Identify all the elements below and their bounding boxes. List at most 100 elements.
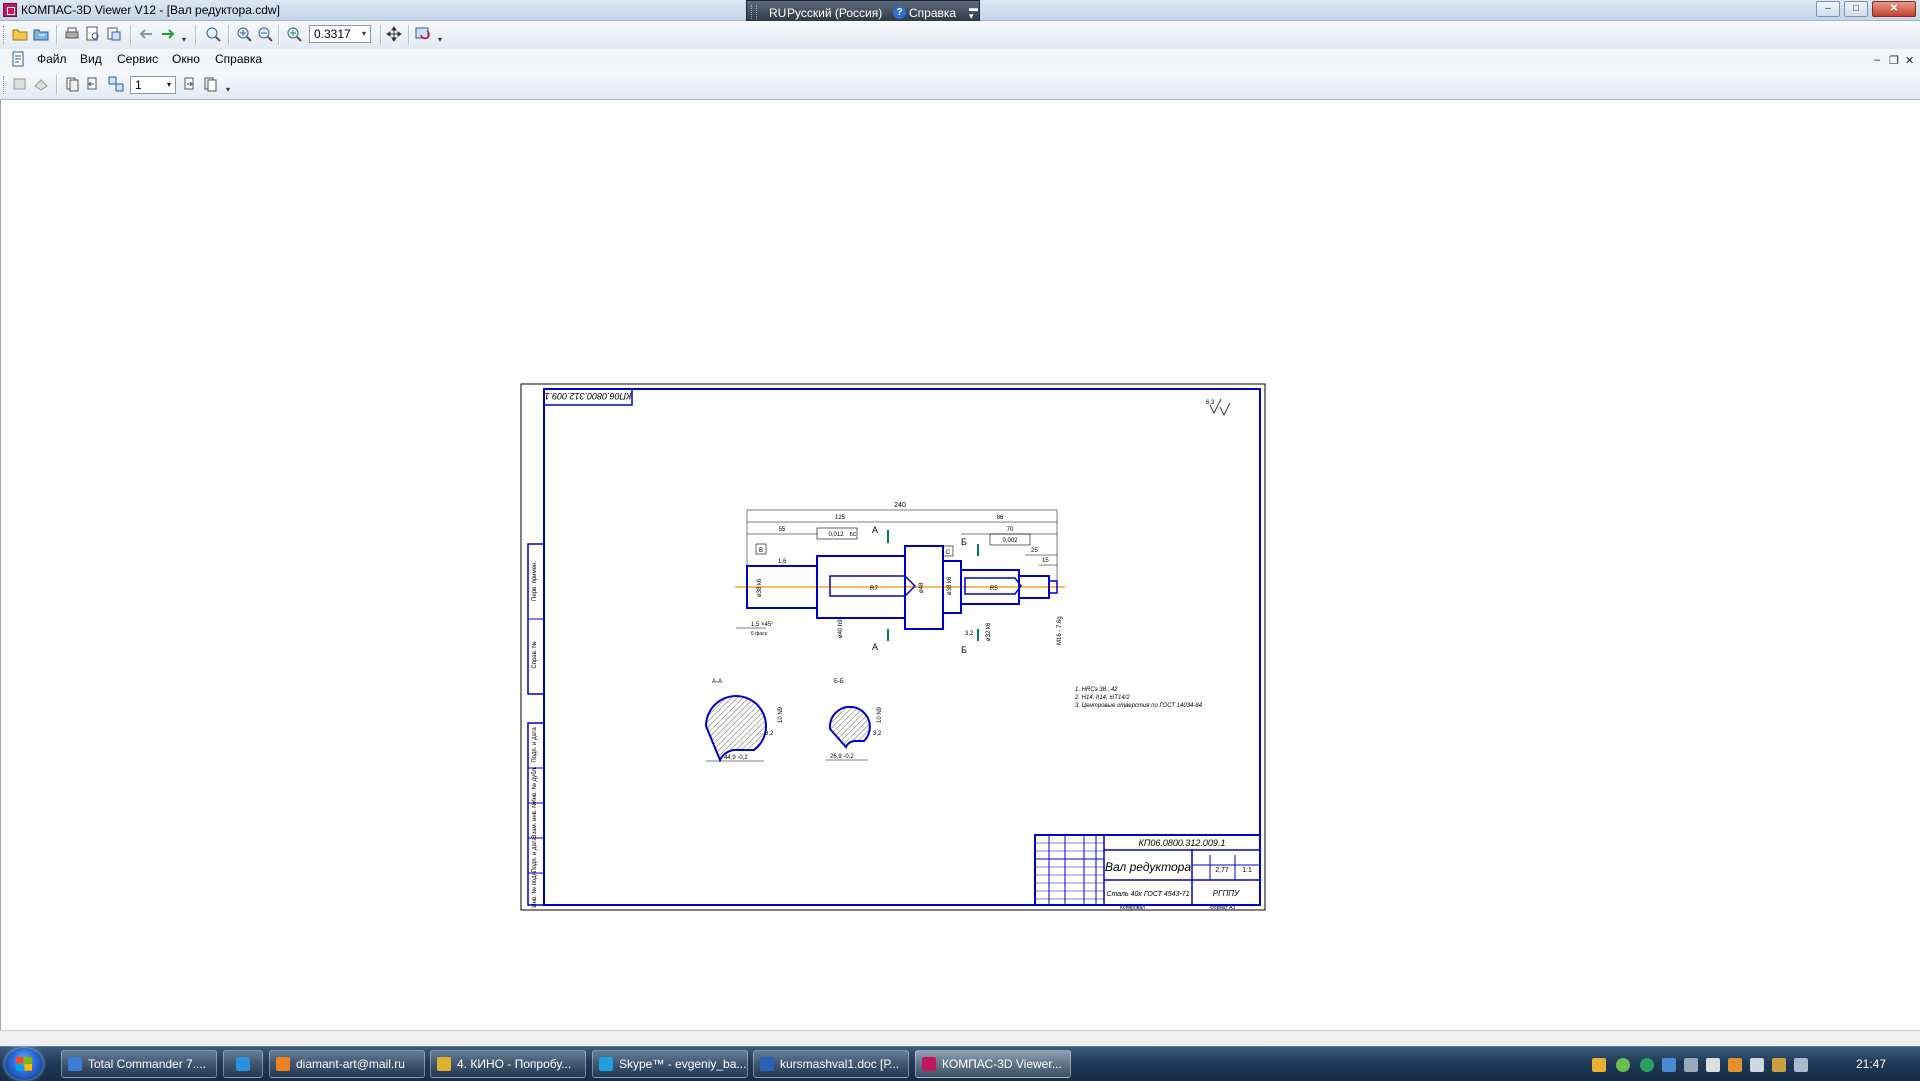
document-workspace[interactable]: КП06.0800.312.009.1 Перв. примен. Справ.…: [0, 100, 1920, 1030]
toolbar-separator: [56, 75, 58, 95]
print-icon[interactable]: [64, 26, 80, 42]
taskbar-item-kino[interactable]: 4. КИНО - Попробу...: [430, 1050, 586, 1078]
taskbar-item-internet-explorer[interactable]: [223, 1050, 263, 1078]
taskbar-clock[interactable]: 21:47: [1856, 1057, 1886, 1071]
document-icon[interactable]: [10, 51, 26, 67]
toolbar-separator: [228, 25, 230, 45]
title-block-org: РГППУ: [1213, 889, 1240, 898]
svg-text:Копировал: Копировал: [1120, 905, 1145, 911]
technical-drawing-sheet[interactable]: КП06.0800.312.009.1 Перв. примен. Справ.…: [520, 383, 1266, 911]
tray-status-icon[interactable]: [1640, 1058, 1654, 1072]
pages-icon[interactable]: [108, 76, 124, 92]
svg-text:ø38 k6: ø38 k6: [757, 578, 763, 597]
first-page-icon[interactable]: [64, 76, 80, 92]
tray-network-icon[interactable]: [1662, 1058, 1676, 1072]
svg-text:26,9 -0,2: 26,9 -0,2: [830, 754, 854, 760]
language-bar-grip[interactable]: [751, 5, 757, 19]
svg-text:С: С: [946, 550, 951, 556]
zoom-out-icon[interactable]: [257, 26, 273, 42]
internet-explorer-icon: [236, 1057, 250, 1071]
taskbar-item-kompas[interactable]: КОМПАС-3D Viewer...: [915, 1050, 1071, 1078]
language-name[interactable]: Русский (Россия): [787, 6, 882, 20]
mdi-close-button[interactable]: ✕: [1905, 54, 1914, 67]
toolbar-overflow-icon[interactable]: ▾: [182, 35, 186, 44]
tray-display-icon[interactable]: [1750, 1058, 1764, 1072]
taskbar-item-total-commander[interactable]: Total Commander 7....: [61, 1050, 217, 1078]
menu-window[interactable]: Окно: [172, 52, 200, 66]
layer-icon[interactable]: [12, 76, 28, 92]
taskbar-item-word[interactable]: kursmashval1.doc [Р...: [753, 1050, 909, 1078]
zoom-in-icon[interactable]: [236, 26, 252, 42]
close-button[interactable]: ✕: [1872, 1, 1916, 17]
language-bar-options-icon[interactable]: ▬ ▾: [969, 4, 978, 21]
mdi-restore-button[interactable]: ❐: [1889, 54, 1899, 67]
toolbar-overflow-icon[interactable]: ▾: [226, 85, 230, 94]
minimize-button[interactable]: –: [1816, 1, 1840, 17]
last-page-icon[interactable]: [203, 76, 219, 92]
mdi-minimize-button[interactable]: –: [1874, 54, 1880, 66]
total-commander-icon: [68, 1057, 82, 1071]
sheet-outline: [520, 383, 1266, 911]
zoom-scale-dropdown-icon[interactable]: ▾: [358, 26, 370, 42]
tray-skype-icon[interactable]: [1616, 1058, 1630, 1072]
toolbar-overflow-icon[interactable]: ▾: [438, 35, 442, 44]
toolbar-separator: [130, 25, 132, 45]
tray-security-icon[interactable]: [1728, 1058, 1742, 1072]
export-icon[interactable]: [106, 26, 122, 42]
layers-icon[interactable]: [33, 76, 49, 92]
next-page-icon[interactable]: [182, 76, 198, 92]
side-label: Справ. №: [531, 641, 538, 668]
kompas-app-icon: [3, 3, 17, 17]
open-recent-icon[interactable]: [33, 26, 49, 42]
open-file-icon[interactable]: [12, 26, 28, 42]
language-code[interactable]: RU: [769, 6, 786, 20]
svg-text:3,2: 3,2: [873, 731, 882, 737]
refresh-view-icon[interactable]: [415, 26, 431, 42]
svg-text:10 N9: 10 N9: [877, 706, 883, 723]
svg-text:2. H14, h14, ±IT14/2: 2. H14, h14, ±IT14/2: [1074, 695, 1130, 701]
windows-taskbar: Total Commander 7.... diamant-art@mail.r…: [0, 1046, 1920, 1081]
pan-icon[interactable]: [386, 26, 402, 42]
svg-text:М16 - 7.6g: М16 - 7.6g: [1057, 616, 1063, 645]
title-bar[interactable]: КОМПАС-3D Viewer V12 - [Вал редуктора.cd…: [0, 0, 1920, 24]
menu-view[interactable]: Вид: [80, 52, 102, 66]
help-icon[interactable]: ?: [893, 6, 906, 19]
toolbar-grip[interactable]: [3, 76, 7, 94]
forward-arrow-icon[interactable]: [160, 26, 176, 42]
svg-text:ø32 k6: ø32 k6: [986, 622, 992, 641]
svg-text:1. HRCэ 38...42: 1. HRCэ 38...42: [1075, 687, 1118, 693]
status-bar: [0, 1030, 1920, 1047]
zoom-window-icon[interactable]: [205, 26, 221, 42]
start-button[interactable]: [5, 1048, 43, 1080]
page-number-dropdown-icon[interactable]: ▾: [163, 77, 175, 93]
side-label: Взам. инв. №: [531, 801, 538, 838]
winamp-icon: [437, 1057, 451, 1071]
side-label: Подп. и дата: [532, 727, 538, 763]
tray-battery-icon[interactable]: [1772, 1058, 1786, 1072]
svg-text:44,9 -0,2: 44,9 -0,2: [724, 755, 748, 761]
tray-flag-icon[interactable]: [1706, 1058, 1720, 1072]
svg-text:Б-Б: Б-Б: [834, 679, 844, 685]
menu-service[interactable]: Сервис: [117, 52, 158, 66]
svg-text:1,5 ×45°: 1,5 ×45°: [751, 622, 774, 628]
tray-device-icon[interactable]: [1684, 1058, 1698, 1072]
taskbar-item-skype[interactable]: Skype™ - evgeniy_ba...: [592, 1050, 748, 1078]
menu-bar: Файл Вид Сервис Окно Справка: [0, 49, 1920, 71]
tray-lightning-icon[interactable]: [1592, 1058, 1606, 1072]
help-label[interactable]: Справка: [909, 6, 956, 20]
title-block-doc-code: КП06.0800.312.009.1: [1139, 838, 1226, 848]
maximize-button[interactable]: □: [1844, 1, 1868, 17]
back-arrow-icon[interactable]: [138, 26, 154, 42]
svg-text:6 фаск: 6 фаск: [751, 631, 768, 637]
toolbar-separator: [380, 25, 382, 45]
print-preview-icon[interactable]: [85, 26, 101, 42]
toolbar-grip[interactable]: [3, 26, 7, 44]
menu-help[interactable]: Справка: [215, 52, 262, 66]
taskbar-item-mail[interactable]: diamant-art@mail.ru: [269, 1050, 425, 1078]
menu-file[interactable]: Файл: [37, 52, 67, 66]
zoom-scale-icon[interactable]: [286, 26, 302, 42]
tray-volume-icon[interactable]: [1794, 1058, 1808, 1072]
previous-page-icon[interactable]: [85, 76, 101, 92]
title-block-material: Сталь 40х ГОСТ 4543-71: [1106, 891, 1189, 898]
side-label: Инв. № дубл.: [531, 766, 538, 803]
